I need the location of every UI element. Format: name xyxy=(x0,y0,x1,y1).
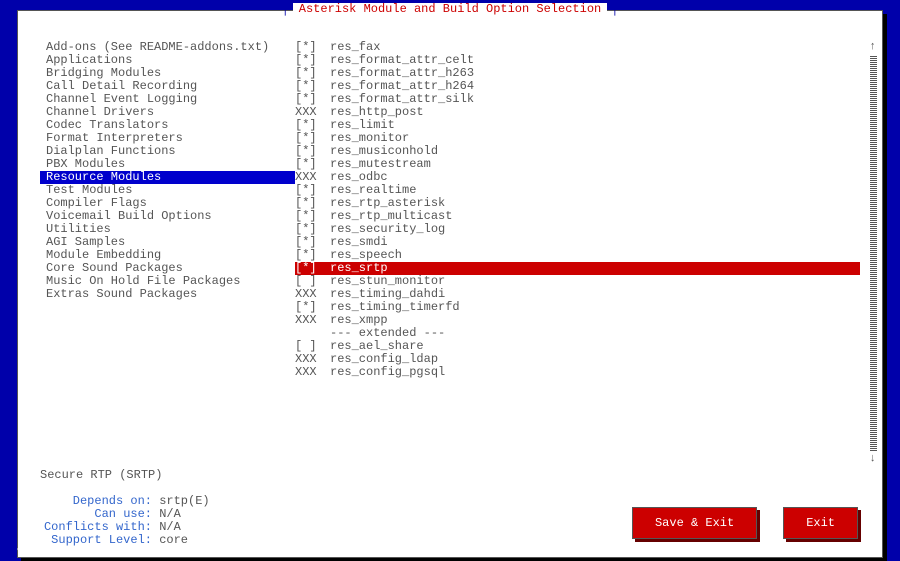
module-name: res_smdi xyxy=(330,236,860,249)
main-panel: ┤Asterisk Module and Build Option Select… xyxy=(17,10,883,558)
module-mark: XXX xyxy=(295,366,330,379)
scroll-up-icon[interactable]: ↑ xyxy=(869,41,876,54)
title-deco-right: ├ xyxy=(607,3,622,16)
module-name: res_config_pgsql xyxy=(330,366,860,379)
scroll-down-icon[interactable]: ↓ xyxy=(869,453,876,466)
panel-title-wrap: ┤Asterisk Module and Build Option Select… xyxy=(18,3,882,16)
module-name: res_timing_timerfd xyxy=(330,301,860,314)
esc-key-hint: <ESC> xyxy=(377,543,413,557)
category-list[interactable]: Add-ons (See README-addons.txt)Applicati… xyxy=(40,41,295,379)
module-name: res_limit xyxy=(330,119,860,132)
module-name: res_mutestream xyxy=(330,158,860,171)
module-name: res_security_log xyxy=(330,223,860,236)
module-list[interactable]: [*]res_fax[*]res_format_attr_celt[*]res_… xyxy=(295,41,860,379)
enter-key-hint: <ENTER> xyxy=(17,543,67,557)
panel-title: Asterisk Module and Build Option Selecti… xyxy=(293,3,607,16)
content-area: Add-ons (See README-addons.txt)Applicati… xyxy=(40,41,860,379)
save-exit-button[interactable]: Save & Exit xyxy=(632,507,757,539)
f12-key-hint: <F12> xyxy=(219,543,255,557)
depends-value: srtp(E) xyxy=(159,494,209,508)
scrollbar[interactable] xyxy=(870,55,877,451)
conflicts-value: N/A xyxy=(159,520,181,534)
button-bar: Save & Exit Exit xyxy=(632,507,858,539)
title-deco-left: ┤ xyxy=(278,3,293,16)
exit-button[interactable]: Exit xyxy=(783,507,858,539)
info-heading: Secure RTP (SRTP) xyxy=(40,469,210,482)
category-item[interactable]: Extras Sound Packages xyxy=(40,288,295,301)
footer-help: <ENTER> toggles selection | <F12> saves … xyxy=(17,544,550,557)
module-name: res_speech xyxy=(330,249,860,262)
module-info: Secure RTP (SRTP) Depends on: srtp(E) Ca… xyxy=(40,469,210,547)
canuse-value: N/A xyxy=(159,507,181,521)
module-item[interactable]: XXXres_config_pgsql xyxy=(295,366,860,379)
module-name: res_http_post xyxy=(330,106,860,119)
